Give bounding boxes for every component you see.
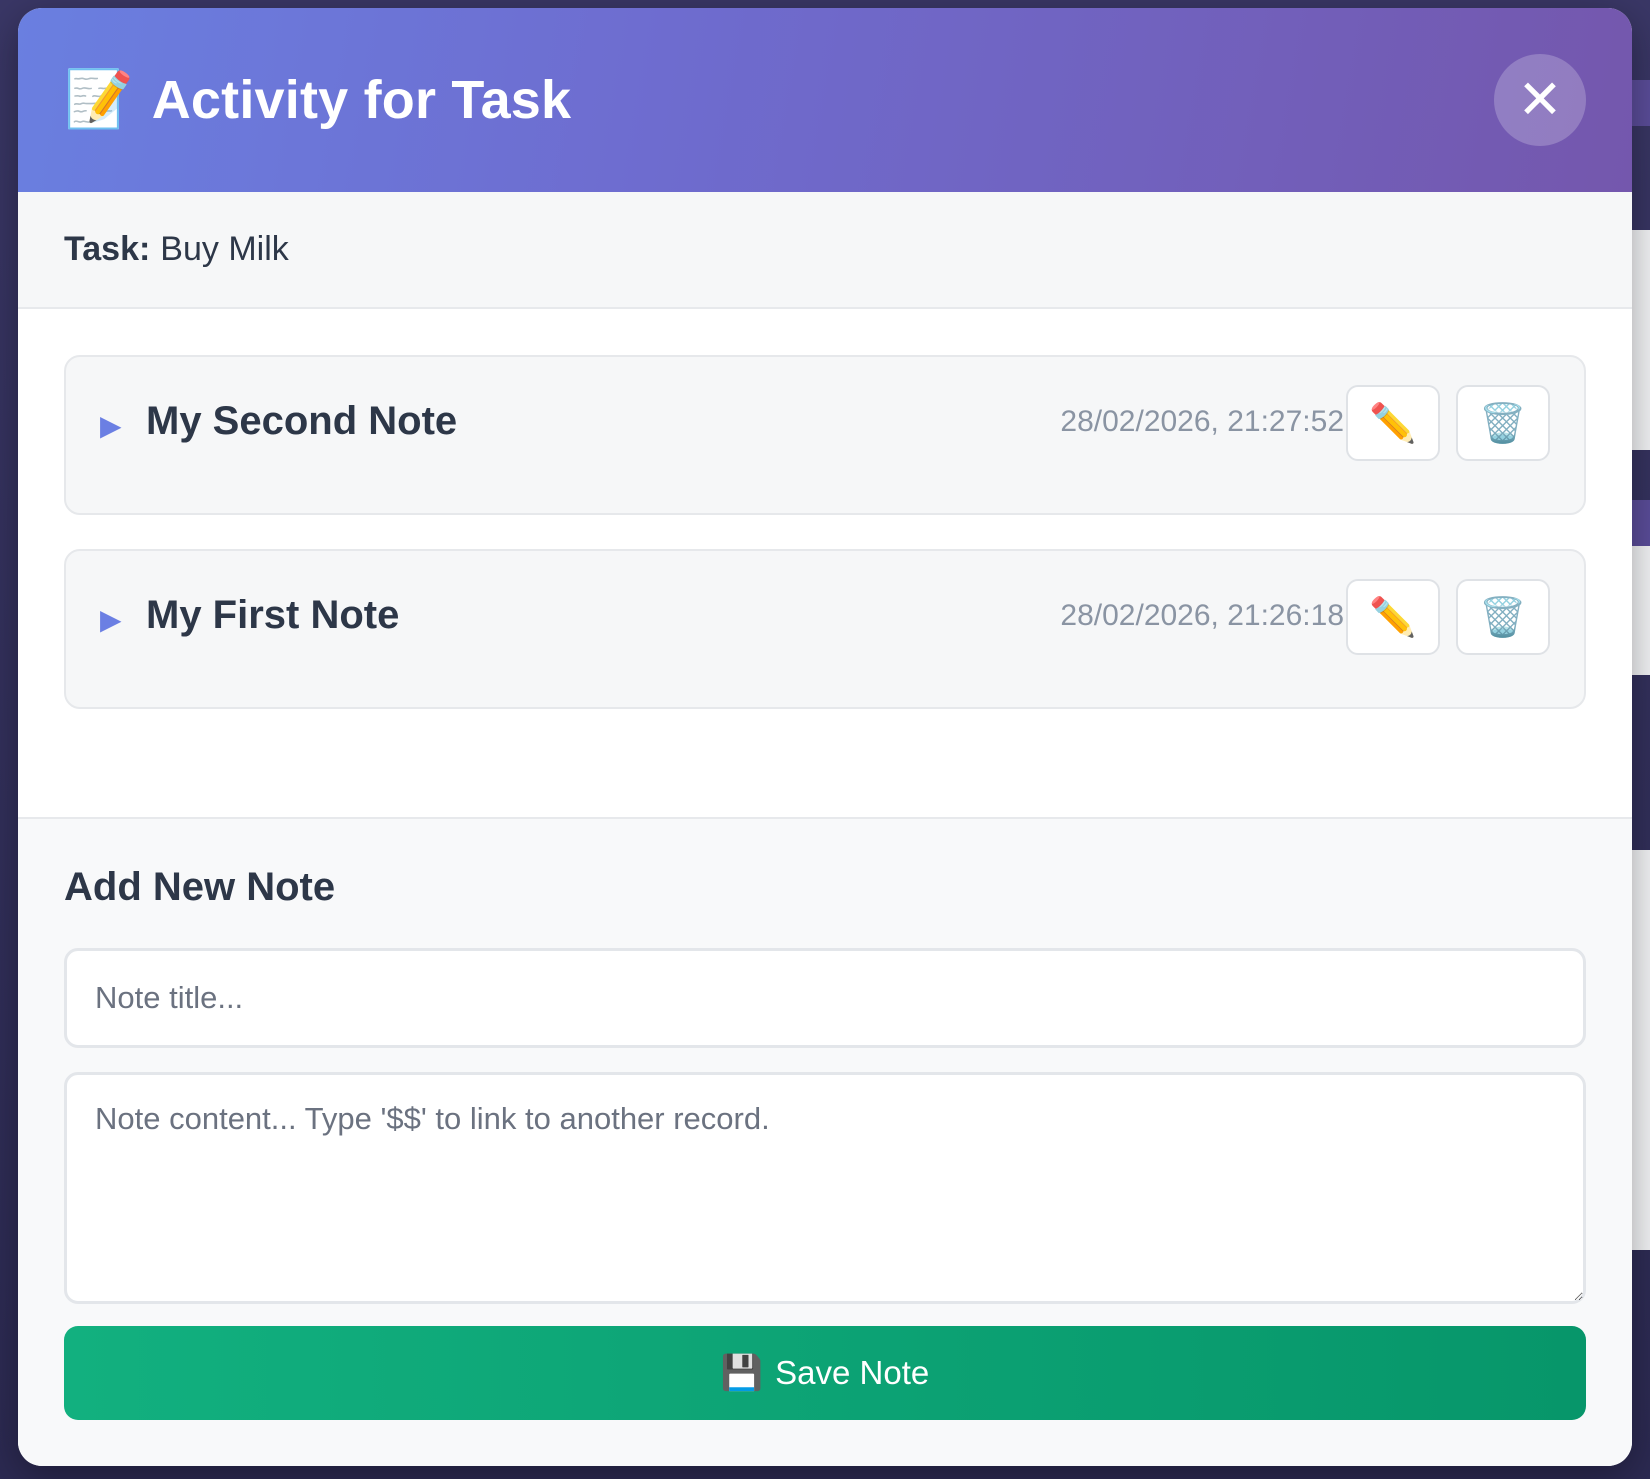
note-title-input[interactable] [64,948,1586,1048]
modal-header: 📝 Activity for Task ✕ [18,8,1632,192]
note-timestamp: 28/02/2026, 21:27:52 [1060,405,1344,438]
trash-icon: 🗑️ [1479,400,1527,445]
task-info: Task: Buy Milk [18,192,1632,309]
floppy-disk-icon: 💾 [720,1353,764,1393]
expand-arrow-icon[interactable]: ▶ [100,409,122,442]
pencil-icon: ✏️ [1369,400,1417,445]
add-note-section: Add New Note 💾 Save Note [18,817,1632,1466]
note-title[interactable]: My Second Note [146,399,457,444]
edit-note-button[interactable]: ✏️ [1346,579,1440,655]
save-note-label: Save Note [775,1354,930,1391]
notes-list: ▶ My Second Note 28/02/2026, 21:27:52 ✏️… [18,309,1632,817]
expand-arrow-icon[interactable]: ▶ [100,603,122,636]
add-note-heading: Add New Note [64,865,336,909]
note-content-textarea[interactable] [64,1072,1586,1304]
edit-note-button[interactable]: ✏️ [1346,385,1440,461]
delete-note-button[interactable]: 🗑️ [1456,579,1550,655]
task-label: Task: [64,230,151,268]
close-icon: ✕ [1517,68,1563,131]
modal-title: Activity for Task [151,70,572,130]
delete-note-button[interactable]: 🗑️ [1456,385,1550,461]
memo-icon: 📝 [64,67,134,132]
trash-icon: 🗑️ [1479,594,1527,639]
task-name: Buy Milk [160,230,289,268]
close-button[interactable]: ✕ [1494,54,1586,146]
save-note-button[interactable]: 💾 Save Note [64,1326,1586,1420]
note-item[interactable]: ▶ My Second Note 28/02/2026, 21:27:52 ✏️… [64,355,1586,515]
activity-modal: 📝 Activity for Task ✕ Task: Buy Milk ▶ M… [18,8,1632,1466]
note-title[interactable]: My First Note [146,593,399,638]
note-item[interactable]: ▶ My First Note 28/02/2026, 21:26:18 ✏️ … [64,549,1586,709]
note-timestamp: 28/02/2026, 21:26:18 [1060,599,1344,632]
pencil-icon: ✏️ [1369,594,1417,639]
